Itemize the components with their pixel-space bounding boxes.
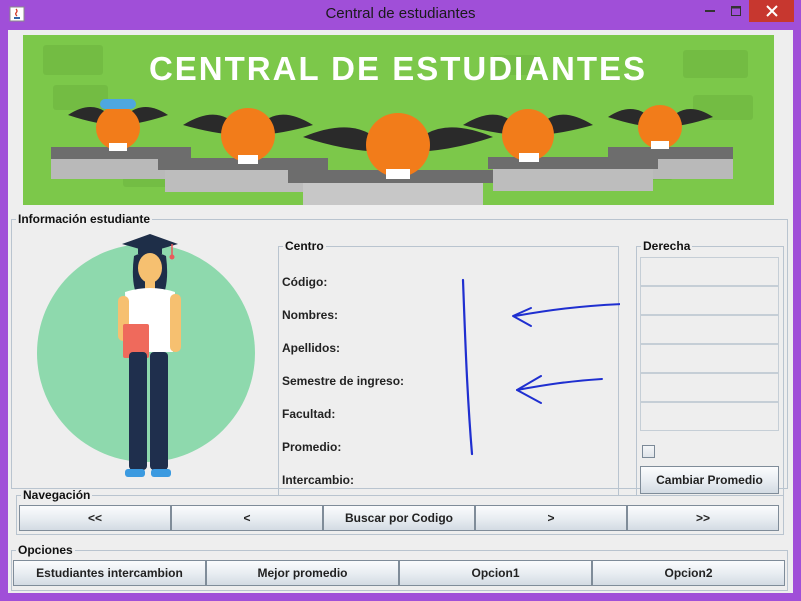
right-field-5[interactable] [640,373,779,402]
option2-button[interactable]: Opcion2 [592,560,785,586]
graduate-student-avatar [37,234,255,477]
entry-semester-label: Semestre de ingreso: [282,374,405,388]
banner: CENTRAL DE ESTUDIANTES [23,35,774,205]
next-record-button[interactable]: > [475,505,627,531]
exchange-checkbox[interactable] [642,445,655,458]
maximize-button[interactable] [723,0,749,22]
right-field-2[interactable] [640,286,779,315]
navigation-title: Navegación [23,488,91,502]
search-by-code-button[interactable]: Buscar por Codigo [323,505,475,531]
banner-title: CENTRAL DE ESTUDIANTES [149,50,647,87]
exchange-students-button[interactable]: Estudiantes intercambion [13,560,206,586]
close-icon [765,5,778,17]
exchange-label: Intercambio: [282,473,355,487]
student-info-panel: Información estudiante Centro Código: No… [11,212,788,496]
navigation-panel: Navegación << < Buscar por Codigo > >> [16,488,784,535]
faculty-label: Facultad: [282,407,336,421]
student-info-title: Información estudiante [18,212,151,226]
hand-drawn-annotation [461,278,620,456]
client-area: CENTRAL DE ESTUDIANTES Información estud… [8,30,793,593]
options-panel: Opciones Estudiantes intercambion Mejor … [11,543,788,591]
center-panel: Centro Código: Nombres: Apellidos: Semes… [278,239,620,496]
right-field-6[interactable] [640,402,779,431]
minimize-button[interactable] [697,0,723,22]
option1-button[interactable]: Opcion1 [399,560,592,586]
average-label: Promedio: [282,440,342,454]
right-field-3[interactable] [640,315,779,344]
names-label: Nombres: [282,308,339,322]
right-panel-title: Derecha [643,239,691,253]
previous-record-button[interactable]: < [171,505,323,531]
maximize-icon [731,6,741,16]
last-record-button[interactable]: >> [627,505,779,531]
first-record-button[interactable]: << [19,505,171,531]
window-title: Central de estudiantes [325,5,476,22]
code-label: Código: [282,275,328,289]
options-title: Opciones [18,543,73,557]
banner-illustration: CENTRAL DE ESTUDIANTES [43,45,753,205]
right-field-4[interactable] [640,344,779,373]
surnames-label: Apellidos: [282,341,341,355]
best-average-button[interactable]: Mejor promedio [206,560,399,586]
title-bar: Central de estudiantes [0,0,801,30]
center-panel-title: Centro [285,239,324,253]
close-button[interactable] [749,0,794,22]
right-panel: Derecha Cambiar Promedio [636,239,784,496]
minimize-icon [705,10,715,12]
right-field-1[interactable] [640,257,779,286]
